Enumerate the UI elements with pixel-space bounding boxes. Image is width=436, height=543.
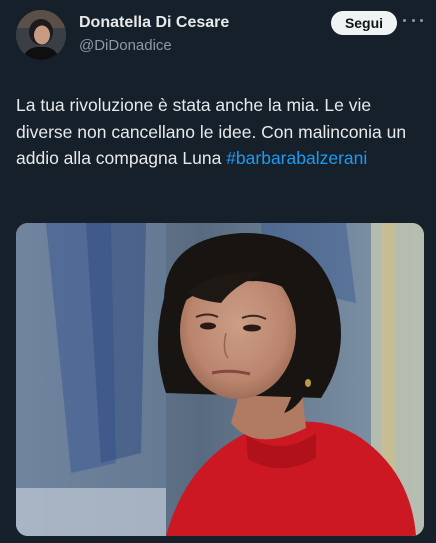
author-name[interactable]: Donatella Di Cesare: [79, 14, 229, 32]
tweet-card: Donatella Di Cesare @DiDonadice Segui La…: [0, 0, 436, 543]
author-handle[interactable]: @DiDonadice: [79, 37, 172, 54]
tweet-text: La tua rivoluzione è stata anche la mia.…: [16, 92, 426, 172]
photo-image: [16, 223, 424, 536]
tweet-photo[interactable]: [16, 223, 424, 536]
avatar[interactable]: [16, 10, 66, 60]
hashtag-link[interactable]: #barbarabalzerani: [226, 148, 367, 168]
follow-button[interactable]: Segui: [331, 11, 397, 35]
avatar-image: [16, 10, 66, 60]
more-horizontal-icon[interactable]: [403, 12, 423, 28]
